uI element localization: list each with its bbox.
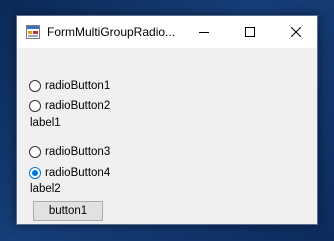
label-1: label1 [30, 117, 61, 129]
close-button[interactable] [273, 16, 319, 48]
radio-button-2[interactable]: radioButton2 [29, 98, 110, 114]
radio-button-1[interactable]: radioButton1 [29, 78, 110, 94]
minimize-icon [199, 32, 209, 33]
radio-button-4[interactable]: radioButton4 [29, 165, 110, 181]
minimize-button[interactable] [181, 16, 227, 48]
radio-label: radioButton1 [45, 80, 111, 92]
radio-indicator[interactable] [29, 80, 41, 92]
radio-button-3[interactable]: radioButton3 [29, 144, 110, 160]
title-bar[interactable]: FormMultiGroupRadio... [17, 16, 317, 48]
form-client-area: radioButton1 radioButton2 label1 radioBu… [17, 48, 317, 224]
app-window: FormMultiGroupRadio... radioButton1 radi… [16, 15, 318, 225]
radio-label: radioButton3 [45, 146, 111, 158]
maximize-icon [245, 27, 255, 37]
label-2: label2 [30, 183, 61, 195]
radio-indicator-checked[interactable] [29, 167, 41, 179]
window-title: FormMultiGroupRadio... [47, 25, 176, 39]
radio-label: radioButton2 [45, 100, 111, 112]
radio-indicator[interactable] [29, 146, 41, 158]
winforms-app-icon [26, 25, 40, 39]
radio-indicator[interactable] [29, 100, 41, 112]
button-1[interactable]: button1 [33, 201, 103, 221]
close-icon [291, 27, 301, 37]
maximize-button[interactable] [227, 16, 273, 48]
radio-label: radioButton4 [45, 167, 111, 179]
